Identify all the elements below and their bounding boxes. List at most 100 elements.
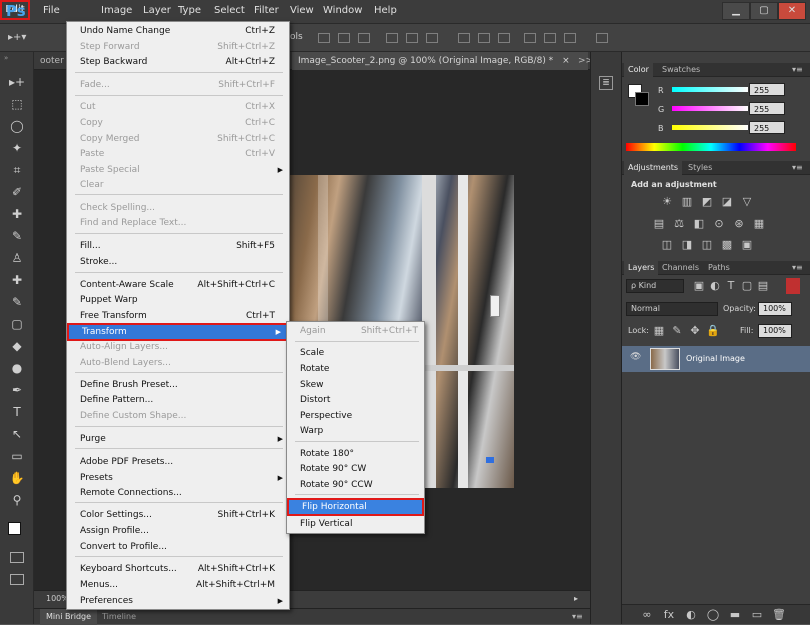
menu-type[interactable]: Type bbox=[178, 5, 201, 16]
blend-mode-select[interactable]: Normal bbox=[626, 302, 718, 316]
menu-item-purge[interactable]: Purge ▶ bbox=[67, 432, 289, 447]
minimize-button[interactable]: ▁ bbox=[722, 2, 750, 20]
blur-tool-icon[interactable]: ◆ bbox=[9, 338, 25, 354]
healing-brush-tool-icon[interactable]: ✚ bbox=[9, 206, 25, 222]
pen-tool-icon[interactable]: ✒ bbox=[9, 382, 25, 398]
filter-shape-icon[interactable]: ▢ bbox=[740, 280, 754, 292]
tab-styles[interactable]: Styles bbox=[684, 161, 716, 175]
lock-position-icon[interactable]: ✥ bbox=[688, 325, 702, 337]
history-brush-tool-icon[interactable]: ✚ bbox=[9, 272, 25, 288]
blue-value[interactable]: 255 bbox=[749, 121, 785, 134]
menu-view[interactable]: View bbox=[290, 5, 314, 16]
distribute-left-icon[interactable] bbox=[524, 33, 536, 43]
panel-menu-icon[interactable]: ▾≡ bbox=[572, 612, 583, 621]
lasso-tool-icon[interactable]: ◯ bbox=[9, 118, 25, 134]
link-layers-icon[interactable]: ∞ bbox=[640, 609, 654, 621]
menu-item-define-brush-preset[interactable]: Define Brush Preset... bbox=[67, 378, 289, 393]
menu-item-fade[interactable]: Fade... Shift+Ctrl+F bbox=[67, 78, 289, 93]
distribute-bottom-icon[interactable] bbox=[498, 33, 510, 43]
invert-icon[interactable]: ◫ bbox=[660, 239, 674, 251]
transform-item-flip-horizontal[interactable]: Flip Horizontal bbox=[287, 498, 424, 516]
tab-timeline[interactable]: Timeline bbox=[96, 609, 142, 625]
type-tool-icon[interactable]: T bbox=[9, 404, 25, 420]
red-slider[interactable] bbox=[672, 87, 748, 92]
transform-item-rotate[interactable]: Rotate bbox=[287, 362, 424, 377]
tab-channels[interactable]: Channels bbox=[658, 261, 703, 275]
menu-item-auto-blend-layers[interactable]: Auto-Blend Layers... bbox=[67, 356, 289, 371]
clone-stamp-tool-icon[interactable]: ♙ bbox=[9, 250, 25, 266]
layer-style-icon[interactable]: fx bbox=[662, 609, 676, 621]
lock-all-icon[interactable]: 🔒 bbox=[706, 325, 720, 337]
status-arrow-icon[interactable]: ▸ bbox=[574, 594, 578, 603]
blue-slider[interactable] bbox=[672, 125, 748, 130]
opacity-value[interactable]: 100% bbox=[758, 302, 792, 316]
layers-panel-menu-icon[interactable]: ▾≡ bbox=[788, 261, 807, 275]
fill-value[interactable]: 100% bbox=[758, 324, 792, 338]
gradient-tool-icon[interactable]: ▢ bbox=[9, 316, 25, 332]
black-white-icon[interactable]: ◧ bbox=[692, 218, 706, 230]
new-adjustment-layer-icon[interactable]: ◯ bbox=[706, 609, 720, 621]
menu-item-step-forward[interactable]: Step Forward Shift+Ctrl+Z bbox=[67, 40, 289, 55]
tab-swatches[interactable]: Swatches bbox=[658, 63, 704, 77]
tab-overflow-icon[interactable]: >> bbox=[572, 52, 593, 70]
menu-item-keyboard-shortcuts[interactable]: Keyboard Shortcuts... Alt+Shift+Ctrl+K bbox=[67, 562, 289, 577]
menu-item-step-backward[interactable]: Step Backward Alt+Ctrl+Z bbox=[67, 55, 289, 70]
zoom-tool-icon[interactable]: ⚲ bbox=[9, 492, 25, 508]
menu-image[interactable]: Image bbox=[101, 5, 132, 16]
menu-item-free-transform[interactable]: Free Transform Ctrl+T bbox=[67, 309, 289, 324]
menu-item-puppet-warp[interactable]: Puppet Warp bbox=[67, 293, 289, 308]
color-panel-menu-icon[interactable]: ▾≡ bbox=[788, 63, 807, 77]
menu-layer[interactable]: Layer bbox=[143, 5, 171, 16]
transform-item-perspective[interactable]: Perspective bbox=[287, 409, 424, 424]
menu-item-paste-special[interactable]: Paste Special ▶ bbox=[67, 163, 289, 178]
layer-visibility-eye-icon[interactable]: 👁 bbox=[630, 352, 641, 362]
collapse-icon[interactable]: » bbox=[4, 54, 8, 62]
menu-item-copy[interactable]: Copy Ctrl+C bbox=[67, 116, 289, 131]
menu-item-check-spelling[interactable]: Check Spelling... bbox=[67, 201, 289, 216]
exposure-icon[interactable]: ◪ bbox=[720, 196, 734, 208]
close-button[interactable]: ✕ bbox=[778, 2, 806, 20]
tab-adjustments[interactable]: Adjustments bbox=[624, 161, 683, 175]
menu-item-menus[interactable]: Menus... Alt+Shift+Ctrl+M bbox=[67, 578, 289, 593]
filter-type-icon[interactable]: T bbox=[724, 280, 738, 292]
delete-layer-icon[interactable]: 🗑 bbox=[772, 609, 786, 621]
menu-item-clear[interactable]: Clear bbox=[67, 178, 289, 193]
color-spectrum-bar[interactable] bbox=[626, 143, 796, 151]
history-panel-icon[interactable]: ≣ bbox=[599, 76, 613, 90]
selective-color-icon[interactable]: ▩ bbox=[720, 239, 734, 251]
brush-tool-icon[interactable]: ✎ bbox=[9, 228, 25, 244]
new-group-icon[interactable]: ▬ bbox=[728, 609, 742, 621]
transform-item-rotate-90-cw[interactable]: Rotate 90° CW bbox=[287, 462, 424, 477]
menu-file[interactable]: File bbox=[43, 5, 60, 16]
filter-smart-object-icon[interactable]: ▤ bbox=[756, 280, 770, 292]
vibrance-icon[interactable]: ▽ bbox=[740, 196, 754, 208]
transform-item-rotate-90-ccw[interactable]: Rotate 90° CCW bbox=[287, 478, 424, 493]
photo-filter-icon[interactable]: ⊙ bbox=[712, 218, 726, 230]
menu-item-color-settings[interactable]: Color Settings... Shift+Ctrl+K bbox=[67, 508, 289, 523]
transform-item-skew[interactable]: Skew bbox=[287, 378, 424, 393]
transform-item-scale[interactable]: Scale bbox=[287, 346, 424, 361]
move-tool-icon[interactable]: ▸+ bbox=[9, 74, 25, 90]
align-top-icon[interactable] bbox=[318, 33, 330, 43]
red-value[interactable]: 255 bbox=[749, 83, 785, 96]
menu-filter[interactable]: Filter bbox=[254, 5, 279, 16]
dodge-tool-icon[interactable]: ● bbox=[9, 360, 25, 376]
menu-item-remote-connections[interactable]: Remote Connections... bbox=[67, 486, 289, 501]
channel-mixer-icon[interactable]: ⊛ bbox=[732, 218, 746, 230]
menu-item-paste[interactable]: Paste Ctrl+V bbox=[67, 147, 289, 162]
tab-paths[interactable]: Paths bbox=[704, 261, 734, 275]
menu-item-preferences[interactable]: Preferences ▶ bbox=[67, 594, 289, 609]
new-layer-icon[interactable]: ▭ bbox=[750, 609, 764, 621]
hue-saturation-icon[interactable]: ▤ bbox=[652, 218, 666, 230]
path-selection-tool-icon[interactable]: ↖ bbox=[9, 426, 25, 442]
transform-item-flip-vertical[interactable]: Flip Vertical bbox=[287, 517, 424, 532]
menu-item-content-aware-scale[interactable]: Content-Aware Scale Alt+Shift+Ctrl+C bbox=[67, 278, 289, 293]
color-lookup-icon[interactable]: ▦ bbox=[752, 218, 766, 230]
doc-tab-active[interactable]: Image_Scooter_2.png @ 100% (Original Ima… bbox=[292, 52, 588, 70]
menu-item-presets[interactable]: Presets ▶ bbox=[67, 471, 289, 486]
green-slider[interactable] bbox=[672, 106, 748, 111]
green-value[interactable]: 255 bbox=[749, 102, 785, 115]
posterize-icon[interactable]: ◨ bbox=[680, 239, 694, 251]
align-hcenter-icon[interactable] bbox=[406, 33, 418, 43]
menu-item-cut[interactable]: Cut Ctrl+X bbox=[67, 100, 289, 115]
